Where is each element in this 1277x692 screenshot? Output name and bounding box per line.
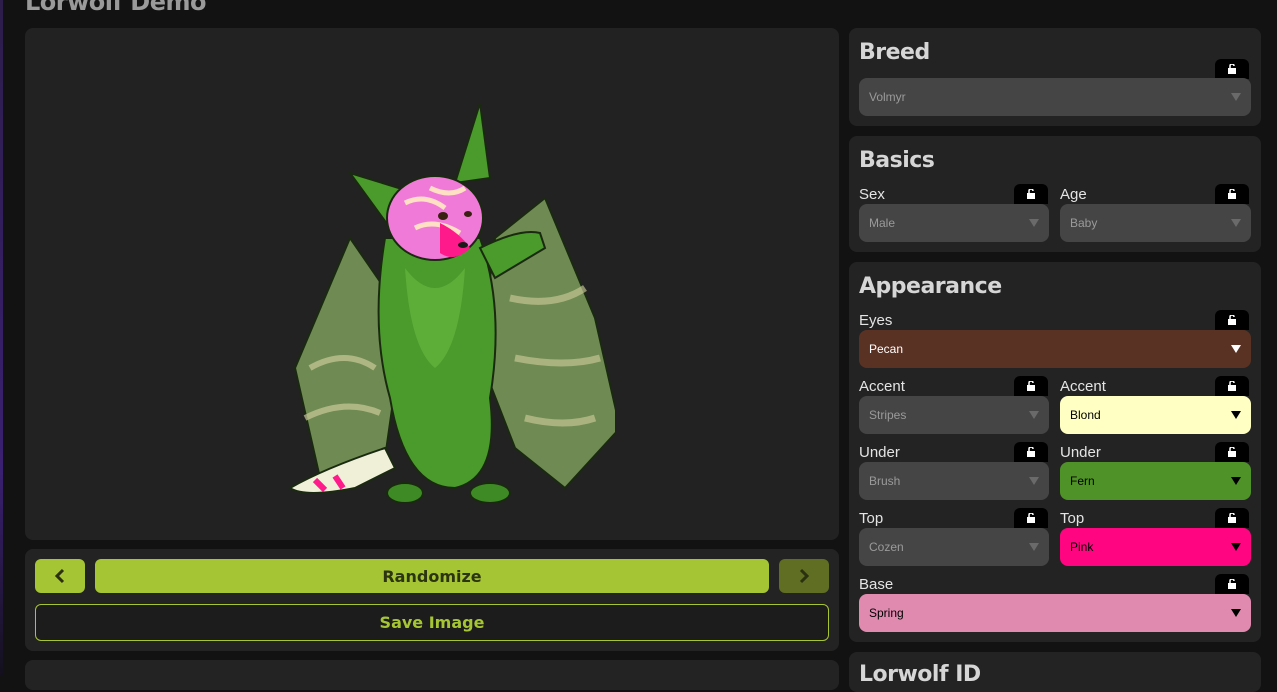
caret-down-icon	[1029, 543, 1039, 551]
creature-preview-image	[288, 102, 615, 504]
under-pattern-value: Brush	[869, 474, 901, 488]
unlock-icon	[1228, 447, 1236, 457]
age-select-value: Baby	[1070, 216, 1098, 230]
sex-lock-button[interactable]	[1014, 184, 1048, 204]
under-pattern-select[interactable]: Brush	[859, 462, 1049, 500]
accent-pattern-label: Accent	[859, 378, 905, 395]
age-lock-button[interactable]	[1215, 184, 1249, 204]
caret-down-icon	[1231, 345, 1241, 353]
unlock-icon	[1027, 189, 1035, 199]
accent-pattern-select[interactable]: Stripes	[859, 396, 1049, 434]
sex-label: Sex	[859, 186, 885, 203]
under-pattern-label: Under	[859, 444, 900, 461]
bottom-panel	[25, 660, 839, 690]
top-color-label: Top	[1060, 510, 1085, 527]
chevron-right-icon	[799, 568, 810, 584]
base-label: Base	[859, 576, 894, 593]
preview-panel	[25, 28, 839, 540]
next-button[interactable]	[779, 559, 829, 593]
age-select[interactable]: Baby	[1060, 204, 1251, 242]
sex-select[interactable]: Male	[859, 204, 1049, 242]
previous-button[interactable]	[35, 559, 85, 593]
accent-color-label: Accent	[1060, 378, 1106, 395]
unlock-icon	[1027, 381, 1035, 391]
unlock-icon	[1228, 579, 1236, 589]
accent-color-lock-button[interactable]	[1215, 376, 1249, 396]
basics-title: Basics	[859, 148, 935, 173]
accent-pattern-value: Stripes	[869, 408, 907, 422]
accent-pattern-lock-button[interactable]	[1014, 376, 1048, 396]
top-pattern-value: Cozen	[869, 540, 904, 554]
breed-lock-button[interactable]	[1215, 59, 1249, 79]
under-color-lock-button[interactable]	[1215, 442, 1249, 462]
breed-section: Breed Volmyr	[849, 28, 1261, 126]
unlock-icon	[1228, 513, 1236, 523]
unlock-icon	[1027, 447, 1035, 457]
unlock-icon	[1228, 64, 1236, 74]
chevron-left-icon	[54, 568, 65, 584]
caret-down-icon	[1029, 411, 1039, 419]
appearance-title: Appearance	[859, 274, 1002, 299]
basics-section: Basics Sex Male Age Baby	[849, 136, 1261, 252]
window-edge	[0, 0, 3, 675]
base-lock-button[interactable]	[1215, 574, 1249, 594]
randomize-button[interactable]: Randomize	[95, 559, 769, 593]
breed-title: Breed	[859, 40, 930, 65]
eyes-lock-button[interactable]	[1215, 310, 1249, 330]
unlock-icon	[1228, 381, 1236, 391]
lorwolf-id-section: Lorwolf ID	[849, 652, 1261, 692]
eyes-label: Eyes	[859, 312, 893, 329]
unlock-icon	[1027, 513, 1035, 523]
top-pattern-label: Top	[859, 510, 884, 527]
caret-down-icon	[1231, 609, 1241, 617]
sex-select-value: Male	[869, 216, 896, 230]
accent-color-select[interactable]: Blond	[1060, 396, 1251, 434]
save-image-button[interactable]: Save Image	[35, 604, 829, 641]
caret-down-icon	[1231, 219, 1241, 227]
under-color-value: Fern	[1070, 474, 1095, 488]
unlock-icon	[1228, 189, 1236, 199]
breed-select-value: Volmyr	[869, 90, 906, 104]
eyes-select-value: Pecan	[869, 342, 904, 356]
top-color-value: Pink	[1070, 540, 1094, 554]
caret-down-icon	[1029, 477, 1039, 485]
caret-down-icon	[1029, 219, 1039, 227]
top-pattern-lock-button[interactable]	[1014, 508, 1048, 528]
under-color-label: Under	[1060, 444, 1101, 461]
caret-down-icon	[1231, 543, 1241, 551]
base-select[interactable]: Spring	[859, 594, 1251, 632]
top-pattern-select[interactable]: Cozen	[859, 528, 1049, 566]
under-color-select[interactable]: Fern	[1060, 462, 1251, 500]
caret-down-icon	[1231, 411, 1241, 419]
page-title: Lorwolf Demo	[25, 0, 207, 16]
top-color-lock-button[interactable]	[1215, 508, 1249, 528]
breed-select[interactable]: Volmyr	[859, 78, 1251, 116]
caret-down-icon	[1231, 93, 1241, 101]
unlock-icon	[1228, 315, 1236, 325]
accent-color-value: Blond	[1070, 408, 1101, 422]
top-color-select[interactable]: Pink	[1060, 528, 1251, 566]
eyes-select[interactable]: Pecan	[859, 330, 1251, 368]
appearance-section: Appearance Eyes Pecan Accent Stripes Acc…	[849, 262, 1261, 642]
age-label: Age	[1060, 186, 1087, 203]
caret-down-icon	[1231, 477, 1241, 485]
base-select-value: Spring	[869, 606, 904, 620]
under-pattern-lock-button[interactable]	[1014, 442, 1048, 462]
preview-controls: Randomize Save Image	[25, 549, 839, 651]
